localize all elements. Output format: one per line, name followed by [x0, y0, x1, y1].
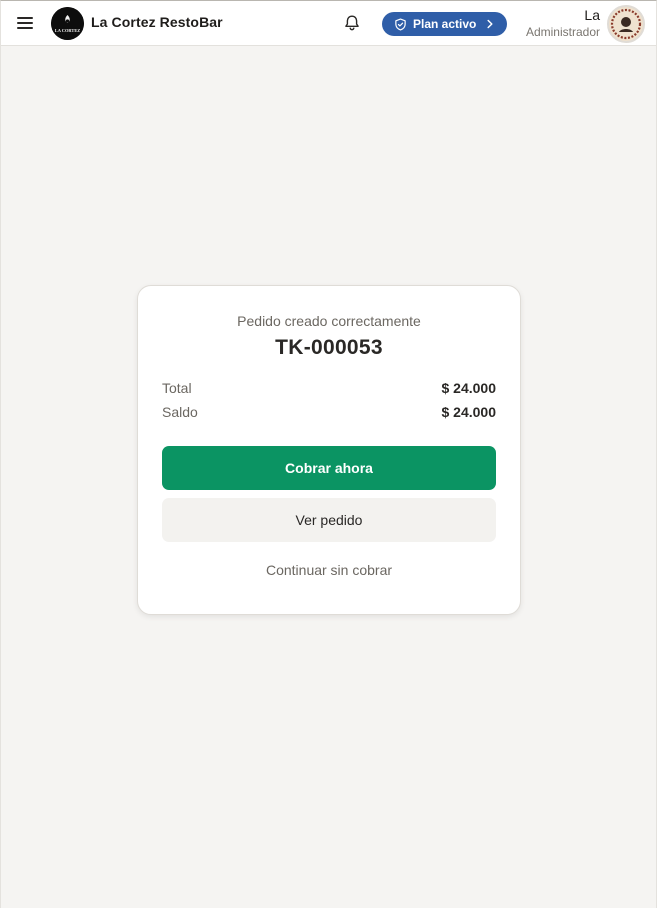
order-created-card: Pedido creado correctamente TK-000053 To… — [137, 285, 521, 615]
order-created-message: Pedido creado correctamente — [237, 313, 421, 329]
brand-logo: LA CORTEZ — [51, 7, 84, 40]
continue-without-charge-link[interactable]: Continuar sin cobrar — [162, 558, 496, 582]
app-frame: LA CORTEZ La Cortez RestoBar Plan activo… — [0, 0, 657, 908]
plan-label: Plan activo — [413, 17, 477, 31]
user-name: La — [584, 7, 600, 23]
ticket-number: TK-000053 — [275, 336, 383, 359]
menu-icon[interactable] — [15, 13, 37, 33]
shield-check-icon — [395, 18, 406, 30]
total-label: Total — [162, 380, 192, 396]
view-order-button[interactable]: Ver pedido — [162, 498, 496, 542]
total-value: $ 24.000 — [441, 380, 497, 396]
saldo-label: Saldo — [162, 404, 198, 420]
top-bar: LA CORTEZ La Cortez RestoBar Plan activo… — [1, 1, 656, 46]
avatar[interactable] — [607, 5, 645, 43]
chevron-right-icon — [487, 19, 493, 29]
logo-text: LA CORTEZ — [55, 28, 80, 33]
saldo-value: $ 24.000 — [441, 404, 497, 420]
user-role: Administrador — [525, 25, 600, 39]
bell-icon[interactable] — [343, 14, 361, 32]
charge-now-button[interactable]: Cobrar ahora — [162, 446, 496, 490]
plan-active-button[interactable]: Plan activo — [382, 12, 507, 36]
brand-name: La Cortez RestoBar — [91, 14, 223, 30]
